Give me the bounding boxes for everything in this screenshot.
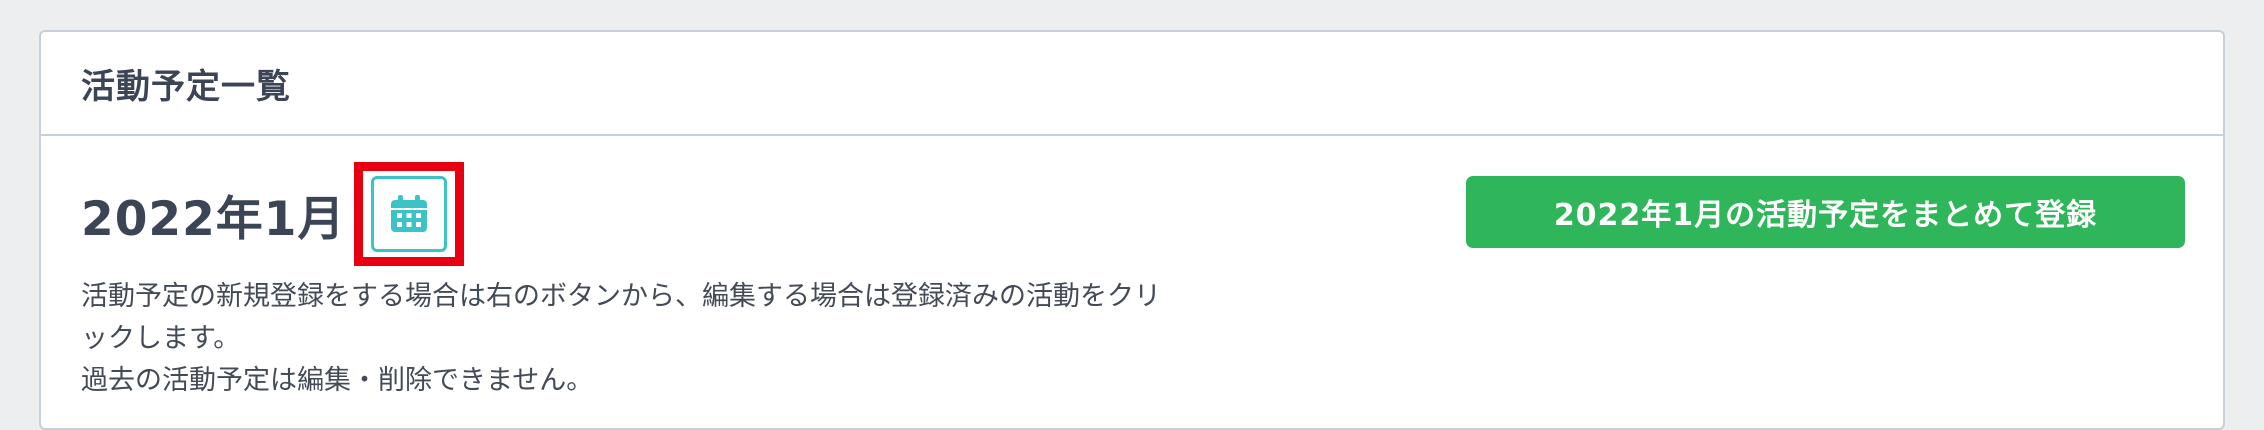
- calendar-highlight-box: [353, 162, 464, 266]
- panel-title: 活動予定一覧: [81, 66, 291, 107]
- month-title: 2022年1月: [81, 191, 346, 247]
- description-line-1: 活動予定の新規登録をする場合は右のボタンから、編集する場合は登録済みの活動をクリ…: [81, 281, 1161, 354]
- bulk-register-button[interactable]: 2022年1月の活動予定をまとめて登録: [1466, 176, 2185, 248]
- activity-schedule-panel: 活動予定一覧 2022年1月 2022年1月の活動予定をまとめて登録 活動予定の…: [39, 30, 2225, 430]
- month-row: 2022年1月: [81, 162, 464, 266]
- calendar-icon: [390, 195, 427, 232]
- description-line-2: 過去の活動予定は編集・削除できません。: [81, 365, 594, 396]
- panel-header: 活動予定一覧: [41, 32, 2223, 136]
- description: 活動予定の新規登録をする場合は右のボタンから、編集する場合は登録済みの活動をクリ…: [81, 276, 1161, 402]
- calendar-button[interactable]: [370, 176, 447, 252]
